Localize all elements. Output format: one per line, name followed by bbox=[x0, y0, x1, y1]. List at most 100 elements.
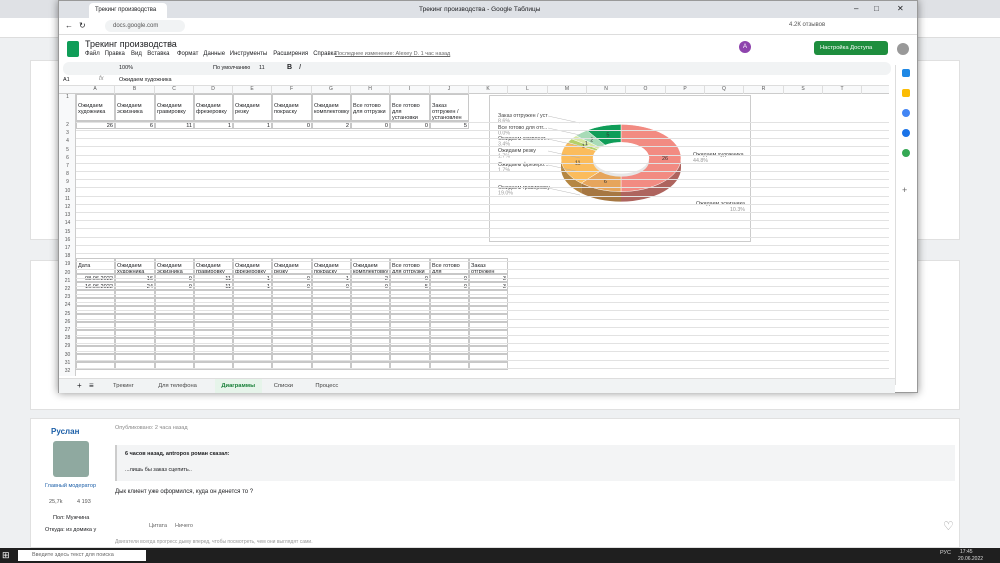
table2-empty-cell[interactable] bbox=[312, 346, 351, 354]
table2-empty-cell[interactable] bbox=[115, 346, 155, 354]
row-header[interactable]: 31 bbox=[59, 360, 76, 368]
table2-empty-cell[interactable] bbox=[430, 346, 469, 354]
username[interactable]: Руслан bbox=[51, 427, 79, 436]
row-header[interactable]: 4 bbox=[59, 138, 76, 146]
table2-empty-cell[interactable] bbox=[272, 362, 312, 370]
table2-empty-cell[interactable] bbox=[155, 338, 194, 346]
table2-empty-cell[interactable] bbox=[115, 354, 155, 362]
table1-header-cell[interactable]: Ожидаем фрезеровку bbox=[194, 94, 233, 121]
avatar[interactable] bbox=[53, 441, 89, 477]
reviews-link[interactable]: 4.2К отзывов bbox=[789, 22, 825, 28]
table2-empty-cell[interactable] bbox=[233, 362, 272, 370]
menu-item[interactable]: Файл bbox=[85, 51, 100, 57]
windows-icon[interactable]: ⊞ bbox=[2, 550, 10, 561]
table1-header-cell[interactable]: Заказ отгружен / установлен bbox=[430, 94, 469, 121]
table2-empty-cell[interactable] bbox=[390, 338, 430, 346]
column-header[interactable]: N bbox=[587, 86, 626, 94]
column-header[interactable]: H bbox=[351, 86, 390, 94]
account-avatar[interactable] bbox=[897, 43, 909, 55]
table2-empty-cell[interactable] bbox=[115, 362, 155, 370]
table2-empty-cell[interactable] bbox=[469, 362, 508, 370]
table2-empty-cell[interactable] bbox=[390, 362, 430, 370]
table1-header-cell[interactable]: Ожидаем гравировку bbox=[155, 94, 194, 121]
table2-empty-cell[interactable] bbox=[430, 338, 469, 346]
table2-empty-cell[interactable] bbox=[194, 362, 233, 370]
table2-empty-cell[interactable] bbox=[351, 362, 390, 370]
table2-empty-cell[interactable] bbox=[390, 354, 430, 362]
table2-empty-cell[interactable] bbox=[469, 330, 508, 338]
row-header[interactable]: 32 bbox=[59, 368, 76, 376]
table2-empty-cell[interactable] bbox=[155, 362, 194, 370]
row-header[interactable]: 26 bbox=[59, 319, 76, 327]
table2-empty-cell[interactable] bbox=[76, 346, 115, 354]
formula-input[interactable]: Ожидаем художника bbox=[119, 77, 172, 83]
table2-empty-cell[interactable] bbox=[469, 346, 508, 354]
tab-3[interactable]: Списки bbox=[268, 379, 304, 393]
row-header[interactable]: 12 bbox=[59, 204, 76, 212]
close-icon[interactable]: ✕ bbox=[897, 4, 904, 13]
table2-empty-cell[interactable] bbox=[469, 338, 508, 346]
row-header[interactable]: 20 bbox=[59, 270, 76, 278]
heart-icon[interactable]: ♡ bbox=[943, 519, 954, 533]
column-header[interactable]: R bbox=[744, 86, 784, 94]
menu-item[interactable]: Правка bbox=[105, 51, 125, 57]
row-header[interactable]: 17 bbox=[59, 245, 76, 253]
row-header[interactable]: 29 bbox=[59, 343, 76, 351]
reload-icon[interactable]: ↻ bbox=[79, 21, 86, 30]
share-button[interactable]: Настройка Доступа bbox=[814, 41, 888, 55]
table2-empty-cell[interactable] bbox=[233, 330, 272, 338]
row-header[interactable]: 14 bbox=[59, 220, 76, 228]
menu-item[interactable]: Данные bbox=[203, 51, 225, 57]
table2-empty-cell[interactable] bbox=[272, 346, 312, 354]
tab-2[interactable]: Диаграммы bbox=[215, 379, 262, 393]
menu-item[interactable]: Справка bbox=[313, 51, 337, 57]
column-header[interactable]: J bbox=[430, 86, 469, 94]
row-header[interactable]: 11 bbox=[59, 196, 76, 204]
column-header[interactable]: E bbox=[233, 86, 272, 94]
table1-header-cell[interactable]: Ожидаем эскизника bbox=[115, 94, 155, 121]
row-header[interactable]: 2 bbox=[59, 122, 76, 130]
column-header[interactable]: P bbox=[666, 86, 705, 94]
add-addon-icon[interactable]: + bbox=[902, 185, 907, 195]
table2-empty-cell[interactable] bbox=[272, 354, 312, 362]
row-header[interactable]: 16 bbox=[59, 237, 76, 245]
column-header[interactable]: F bbox=[272, 86, 312, 94]
tab-0[interactable]: Трекинг bbox=[107, 379, 146, 393]
column-header[interactable]: D bbox=[194, 86, 233, 94]
table2-empty-cell[interactable] bbox=[194, 354, 233, 362]
column-header[interactable]: Q bbox=[705, 86, 744, 94]
bold-icon[interactable]: B bbox=[287, 64, 292, 71]
like-button[interactable]: Ничего bbox=[175, 523, 193, 529]
table2-empty-cell[interactable] bbox=[194, 346, 233, 354]
row-header[interactable]: 1 bbox=[59, 94, 76, 102]
table2-empty-cell[interactable] bbox=[194, 330, 233, 338]
row-header[interactable]: 13 bbox=[59, 212, 76, 220]
table1-header-cell[interactable]: Ожидаем художника bbox=[76, 94, 115, 121]
table2-empty-cell[interactable] bbox=[312, 362, 351, 370]
clock-date[interactable]: 20.06.2022 bbox=[958, 556, 983, 562]
table2-empty-cell[interactable] bbox=[312, 338, 351, 346]
tab-1[interactable]: Для телефона bbox=[152, 379, 209, 393]
row-header[interactable]: 27 bbox=[59, 327, 76, 335]
row-header[interactable]: 22 bbox=[59, 286, 76, 294]
keep-icon[interactable] bbox=[902, 89, 910, 97]
table2-empty-cell[interactable] bbox=[390, 346, 430, 354]
column-header[interactable]: A bbox=[76, 86, 115, 94]
row-header[interactable]: 5 bbox=[59, 147, 76, 155]
table2-empty-cell[interactable] bbox=[115, 330, 155, 338]
back-icon[interactable]: ← bbox=[65, 21, 73, 30]
name-box[interactable]: A1 bbox=[63, 77, 70, 83]
row-header[interactable]: 25 bbox=[59, 311, 76, 319]
table1-header-cell[interactable]: Все готово для отгрузки bbox=[351, 94, 390, 121]
column-header[interactable]: B bbox=[115, 86, 155, 94]
sheets-logo-icon[interactable] bbox=[67, 41, 79, 57]
column-header[interactable]: M bbox=[548, 86, 587, 94]
table2-empty-cell[interactable] bbox=[312, 330, 351, 338]
table2-empty-cell[interactable] bbox=[430, 354, 469, 362]
star-icon[interactable]: ☆ bbox=[167, 39, 174, 48]
table2-empty-cell[interactable] bbox=[76, 330, 115, 338]
maximize-icon[interactable]: □ bbox=[874, 4, 879, 13]
table2-empty-cell[interactable] bbox=[351, 346, 390, 354]
table2-empty-cell[interactable] bbox=[155, 346, 194, 354]
font-size-select[interactable]: 11 bbox=[259, 65, 265, 71]
